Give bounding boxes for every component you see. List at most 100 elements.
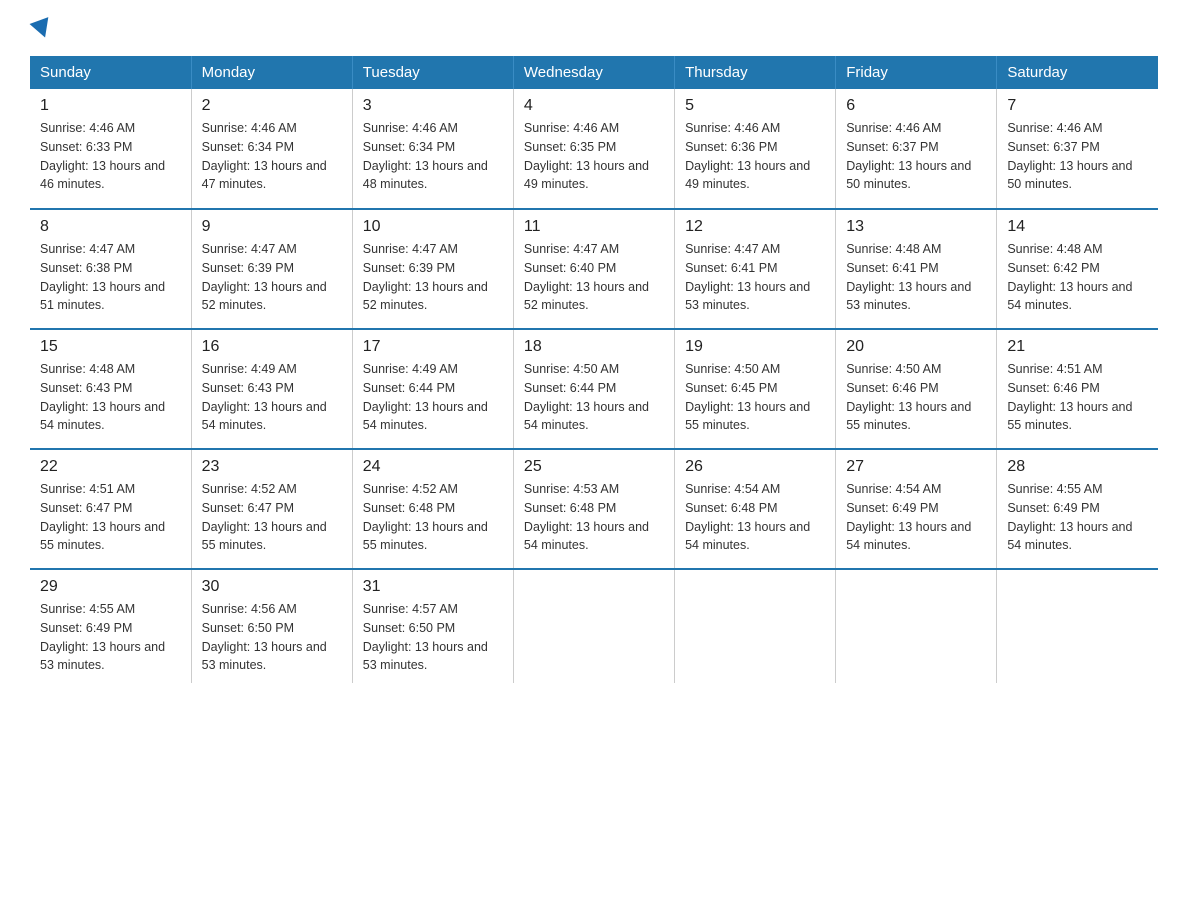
page-header — [30, 20, 1158, 38]
day-number: 6 — [846, 97, 986, 115]
week-row-3: 15 Sunrise: 4:48 AMSunset: 6:43 PMDaylig… — [30, 329, 1158, 449]
calendar-cell: 6 Sunrise: 4:46 AMSunset: 6:37 PMDayligh… — [836, 89, 997, 209]
day-info: Sunrise: 4:47 AMSunset: 6:39 PMDaylight:… — [363, 242, 488, 312]
calendar-cell: 1 Sunrise: 4:46 AMSunset: 6:33 PMDayligh… — [30, 89, 191, 209]
day-info: Sunrise: 4:48 AMSunset: 6:42 PMDaylight:… — [1007, 242, 1132, 312]
day-info: Sunrise: 4:46 AMSunset: 6:33 PMDaylight:… — [40, 121, 165, 191]
day-info: Sunrise: 4:46 AMSunset: 6:34 PMDaylight:… — [363, 121, 488, 191]
calendar-cell: 21 Sunrise: 4:51 AMSunset: 6:46 PMDaylig… — [997, 329, 1158, 449]
day-number: 22 — [40, 458, 181, 476]
day-number: 30 — [202, 578, 342, 596]
day-info: Sunrise: 4:53 AMSunset: 6:48 PMDaylight:… — [524, 482, 649, 552]
calendar-cell: 12 Sunrise: 4:47 AMSunset: 6:41 PMDaylig… — [675, 209, 836, 329]
column-header-thursday: Thursday — [675, 56, 836, 89]
day-info: Sunrise: 4:52 AMSunset: 6:48 PMDaylight:… — [363, 482, 488, 552]
calendar-cell: 19 Sunrise: 4:50 AMSunset: 6:45 PMDaylig… — [675, 329, 836, 449]
calendar-cell: 5 Sunrise: 4:46 AMSunset: 6:36 PMDayligh… — [675, 89, 836, 209]
calendar-cell: 25 Sunrise: 4:53 AMSunset: 6:48 PMDaylig… — [513, 449, 674, 569]
calendar-cell: 7 Sunrise: 4:46 AMSunset: 6:37 PMDayligh… — [997, 89, 1158, 209]
calendar-cell: 10 Sunrise: 4:47 AMSunset: 6:39 PMDaylig… — [352, 209, 513, 329]
day-info: Sunrise: 4:47 AMSunset: 6:39 PMDaylight:… — [202, 242, 327, 312]
day-info: Sunrise: 4:47 AMSunset: 6:41 PMDaylight:… — [685, 242, 810, 312]
week-row-5: 29 Sunrise: 4:55 AMSunset: 6:49 PMDaylig… — [30, 569, 1158, 683]
calendar-cell: 26 Sunrise: 4:54 AMSunset: 6:48 PMDaylig… — [675, 449, 836, 569]
day-number: 1 — [40, 97, 181, 115]
day-number: 15 — [40, 338, 181, 356]
day-info: Sunrise: 4:46 AMSunset: 6:35 PMDaylight:… — [524, 121, 649, 191]
calendar-cell: 9 Sunrise: 4:47 AMSunset: 6:39 PMDayligh… — [191, 209, 352, 329]
column-header-monday: Monday — [191, 56, 352, 89]
calendar-cell: 23 Sunrise: 4:52 AMSunset: 6:47 PMDaylig… — [191, 449, 352, 569]
column-header-saturday: Saturday — [997, 56, 1158, 89]
calendar-cell: 30 Sunrise: 4:56 AMSunset: 6:50 PMDaylig… — [191, 569, 352, 683]
calendar-cell — [675, 569, 836, 683]
day-info: Sunrise: 4:46 AMSunset: 6:36 PMDaylight:… — [685, 121, 810, 191]
day-number: 29 — [40, 578, 181, 596]
column-header-sunday: Sunday — [30, 56, 191, 89]
day-info: Sunrise: 4:51 AMSunset: 6:47 PMDaylight:… — [40, 482, 165, 552]
day-info: Sunrise: 4:49 AMSunset: 6:43 PMDaylight:… — [202, 362, 327, 432]
day-info: Sunrise: 4:49 AMSunset: 6:44 PMDaylight:… — [363, 362, 488, 432]
day-info: Sunrise: 4:50 AMSunset: 6:45 PMDaylight:… — [685, 362, 810, 432]
day-number: 13 — [846, 218, 986, 236]
calendar-cell: 28 Sunrise: 4:55 AMSunset: 6:49 PMDaylig… — [997, 449, 1158, 569]
day-info: Sunrise: 4:50 AMSunset: 6:44 PMDaylight:… — [524, 362, 649, 432]
calendar-cell: 15 Sunrise: 4:48 AMSunset: 6:43 PMDaylig… — [30, 329, 191, 449]
day-number: 7 — [1007, 97, 1148, 115]
week-row-4: 22 Sunrise: 4:51 AMSunset: 6:47 PMDaylig… — [30, 449, 1158, 569]
day-info: Sunrise: 4:48 AMSunset: 6:43 PMDaylight:… — [40, 362, 165, 432]
calendar-cell — [997, 569, 1158, 683]
day-number: 4 — [524, 97, 664, 115]
day-number: 14 — [1007, 218, 1148, 236]
day-info: Sunrise: 4:47 AMSunset: 6:40 PMDaylight:… — [524, 242, 649, 312]
logo-triangle-icon — [30, 17, 55, 41]
day-info: Sunrise: 4:46 AMSunset: 6:37 PMDaylight:… — [1007, 121, 1132, 191]
calendar-header-row: SundayMondayTuesdayWednesdayThursdayFrid… — [30, 56, 1158, 89]
calendar-cell: 3 Sunrise: 4:46 AMSunset: 6:34 PMDayligh… — [352, 89, 513, 209]
calendar-cell: 14 Sunrise: 4:48 AMSunset: 6:42 PMDaylig… — [997, 209, 1158, 329]
day-number: 8 — [40, 218, 181, 236]
day-info: Sunrise: 4:48 AMSunset: 6:41 PMDaylight:… — [846, 242, 971, 312]
day-number: 31 — [363, 578, 503, 596]
day-info: Sunrise: 4:54 AMSunset: 6:49 PMDaylight:… — [846, 482, 971, 552]
logo — [30, 20, 52, 38]
day-number: 18 — [524, 338, 664, 356]
calendar-table: SundayMondayTuesdayWednesdayThursdayFrid… — [30, 56, 1158, 683]
day-number: 16 — [202, 338, 342, 356]
calendar-cell: 11 Sunrise: 4:47 AMSunset: 6:40 PMDaylig… — [513, 209, 674, 329]
calendar-cell — [513, 569, 674, 683]
calendar-cell: 27 Sunrise: 4:54 AMSunset: 6:49 PMDaylig… — [836, 449, 997, 569]
column-header-tuesday: Tuesday — [352, 56, 513, 89]
day-number: 3 — [363, 97, 503, 115]
day-number: 5 — [685, 97, 825, 115]
calendar-cell: 31 Sunrise: 4:57 AMSunset: 6:50 PMDaylig… — [352, 569, 513, 683]
day-number: 26 — [685, 458, 825, 476]
day-number: 12 — [685, 218, 825, 236]
calendar-cell: 22 Sunrise: 4:51 AMSunset: 6:47 PMDaylig… — [30, 449, 191, 569]
day-number: 10 — [363, 218, 503, 236]
day-number: 21 — [1007, 338, 1148, 356]
calendar-cell: 16 Sunrise: 4:49 AMSunset: 6:43 PMDaylig… — [191, 329, 352, 449]
day-info: Sunrise: 4:52 AMSunset: 6:47 PMDaylight:… — [202, 482, 327, 552]
calendar-cell: 2 Sunrise: 4:46 AMSunset: 6:34 PMDayligh… — [191, 89, 352, 209]
day-info: Sunrise: 4:46 AMSunset: 6:37 PMDaylight:… — [846, 121, 971, 191]
day-info: Sunrise: 4:55 AMSunset: 6:49 PMDaylight:… — [40, 602, 165, 672]
day-number: 23 — [202, 458, 342, 476]
day-number: 19 — [685, 338, 825, 356]
day-number: 25 — [524, 458, 664, 476]
day-number: 24 — [363, 458, 503, 476]
day-info: Sunrise: 4:57 AMSunset: 6:50 PMDaylight:… — [363, 602, 488, 672]
day-number: 11 — [524, 218, 664, 236]
calendar-cell: 24 Sunrise: 4:52 AMSunset: 6:48 PMDaylig… — [352, 449, 513, 569]
day-info: Sunrise: 4:46 AMSunset: 6:34 PMDaylight:… — [202, 121, 327, 191]
day-number: 2 — [202, 97, 342, 115]
calendar-cell: 4 Sunrise: 4:46 AMSunset: 6:35 PMDayligh… — [513, 89, 674, 209]
week-row-1: 1 Sunrise: 4:46 AMSunset: 6:33 PMDayligh… — [30, 89, 1158, 209]
day-info: Sunrise: 4:56 AMSunset: 6:50 PMDaylight:… — [202, 602, 327, 672]
week-row-2: 8 Sunrise: 4:47 AMSunset: 6:38 PMDayligh… — [30, 209, 1158, 329]
day-number: 17 — [363, 338, 503, 356]
day-info: Sunrise: 4:47 AMSunset: 6:38 PMDaylight:… — [40, 242, 165, 312]
calendar-cell: 20 Sunrise: 4:50 AMSunset: 6:46 PMDaylig… — [836, 329, 997, 449]
calendar-cell: 18 Sunrise: 4:50 AMSunset: 6:44 PMDaylig… — [513, 329, 674, 449]
day-number: 20 — [846, 338, 986, 356]
